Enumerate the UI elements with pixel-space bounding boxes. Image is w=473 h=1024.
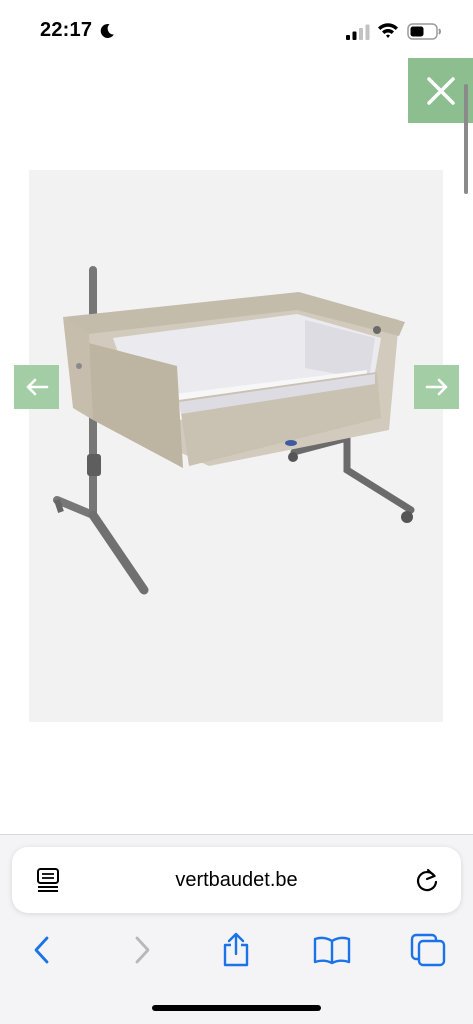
url-text[interactable]: vertbaudet.be [12, 869, 461, 892]
scroll-indicator[interactable] [464, 84, 468, 194]
arrow-right-icon [425, 378, 447, 396]
tabs-button[interactable] [408, 930, 448, 970]
wifi-icon [378, 23, 398, 38]
address-bar[interactable]: vertbaudet.be [12, 847, 461, 913]
share-icon [223, 932, 249, 967]
next-image-button[interactable] [414, 365, 459, 409]
forward-chevron-icon [135, 936, 150, 964]
previous-image-button[interactable] [14, 365, 59, 409]
back-button[interactable] [22, 930, 62, 970]
share-button[interactable] [216, 930, 256, 970]
bookmarks-icon [313, 936, 351, 965]
bookmarks-button[interactable] [312, 930, 352, 970]
product-image-panel [29, 170, 443, 722]
bedside-crib-image [53, 266, 415, 595]
home-indicator [152, 1005, 321, 1011]
status-time: 22:17 [40, 19, 93, 41]
arrow-left-icon [26, 378, 48, 396]
forward-button[interactable] [122, 930, 162, 970]
tabs-icon [410, 933, 446, 967]
status-bar: 22:17 [0, 0, 473, 58]
cellular-signal-icon [346, 24, 370, 40]
page: 22:17 vertbaudet.be [0, 0, 473, 1024]
close-icon [426, 76, 455, 105]
reload-icon[interactable] [414, 867, 440, 893]
moon-icon [100, 23, 114, 38]
back-chevron-icon [34, 936, 49, 964]
battery-icon [407, 23, 441, 40]
